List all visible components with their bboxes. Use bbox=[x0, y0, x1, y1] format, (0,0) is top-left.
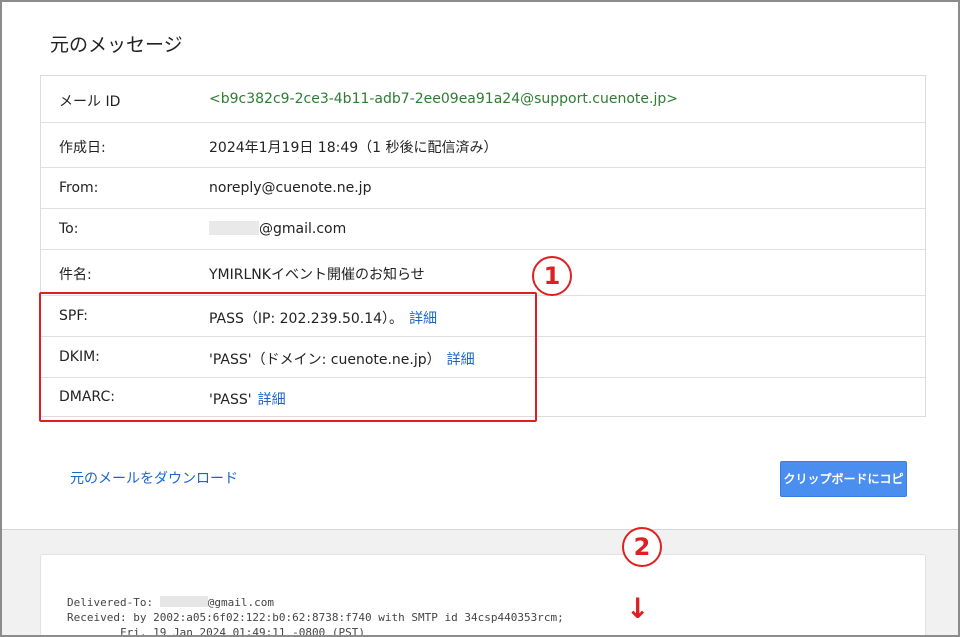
row-subject: 件名: YMIRLNKイベント開催のお知らせ bbox=[41, 250, 925, 296]
raw-source-card: Delivered-To: @gmail.com Received: by 20… bbox=[40, 554, 926, 637]
value-created: 2024年1月19日 18:49（1 秒後に配信済み） bbox=[209, 140, 498, 156]
label-message-id: メール ID bbox=[59, 94, 121, 110]
annotation-number-two: 2 bbox=[622, 527, 662, 567]
download-original-link[interactable]: 元のメールをダウンロード bbox=[70, 468, 238, 488]
value-to-domain: @gmail.com bbox=[259, 221, 347, 237]
raw-source-area: Delivered-To: @gmail.com Received: by 20… bbox=[2, 529, 958, 637]
raw-redacted-address bbox=[159, 596, 208, 607]
row-message-id: メール ID <b9c382c9-2ce3-4b11-adb7-2ee09ea9… bbox=[41, 76, 925, 123]
raw-source-text: Delivered-To: @gmail.com Received: by 20… bbox=[67, 595, 564, 637]
raw-line-3: Fri, 19 Jan 2024 01:49:11 -0800 (PST) bbox=[67, 626, 366, 637]
value-subject: YMIRLNKイベント開催のお知らせ bbox=[209, 267, 425, 283]
row-created: 作成日: 2024年1月19日 18:49（1 秒後に配信済み） bbox=[41, 123, 925, 168]
auth-results-highlight bbox=[39, 292, 537, 422]
row-to: To: @gmail.com bbox=[41, 209, 925, 250]
label-subject: 件名: bbox=[59, 267, 92, 283]
copy-to-clipboard-button[interactable]: クリップボードにコピー bbox=[780, 461, 907, 520]
label-from: From: bbox=[59, 180, 99, 196]
label-created: 作成日: bbox=[59, 140, 106, 156]
down-arrow-icon: ↓ bbox=[626, 592, 650, 625]
raw-line-1: Delivered-To: @gmail.com bbox=[67, 596, 274, 609]
raw-delivered-domain: @gmail.com bbox=[207, 596, 274, 609]
label-to: To: bbox=[59, 221, 79, 237]
value-message-id: <b9c382c9-2ce3-4b11-adb7-2ee09ea91a24@su… bbox=[209, 91, 678, 107]
original-message-window: 元のメッセージ メール ID <b9c382c9-2ce3-4b11-adb7-… bbox=[0, 0, 960, 637]
annotation-number-one: 1 bbox=[532, 256, 572, 296]
raw-delivered-to: Delivered-To: bbox=[67, 596, 160, 609]
raw-line-2: Received: by 2002:a05:6f02:122:b0:62:873… bbox=[67, 611, 564, 624]
redacted-address bbox=[209, 221, 259, 235]
row-from: From: noreply@cuenote.ne.jp bbox=[41, 168, 925, 209]
value-from: noreply@cuenote.ne.jp bbox=[209, 180, 372, 196]
page-title: 元のメッセージ bbox=[50, 34, 183, 56]
value-to: @gmail.com bbox=[209, 221, 346, 237]
